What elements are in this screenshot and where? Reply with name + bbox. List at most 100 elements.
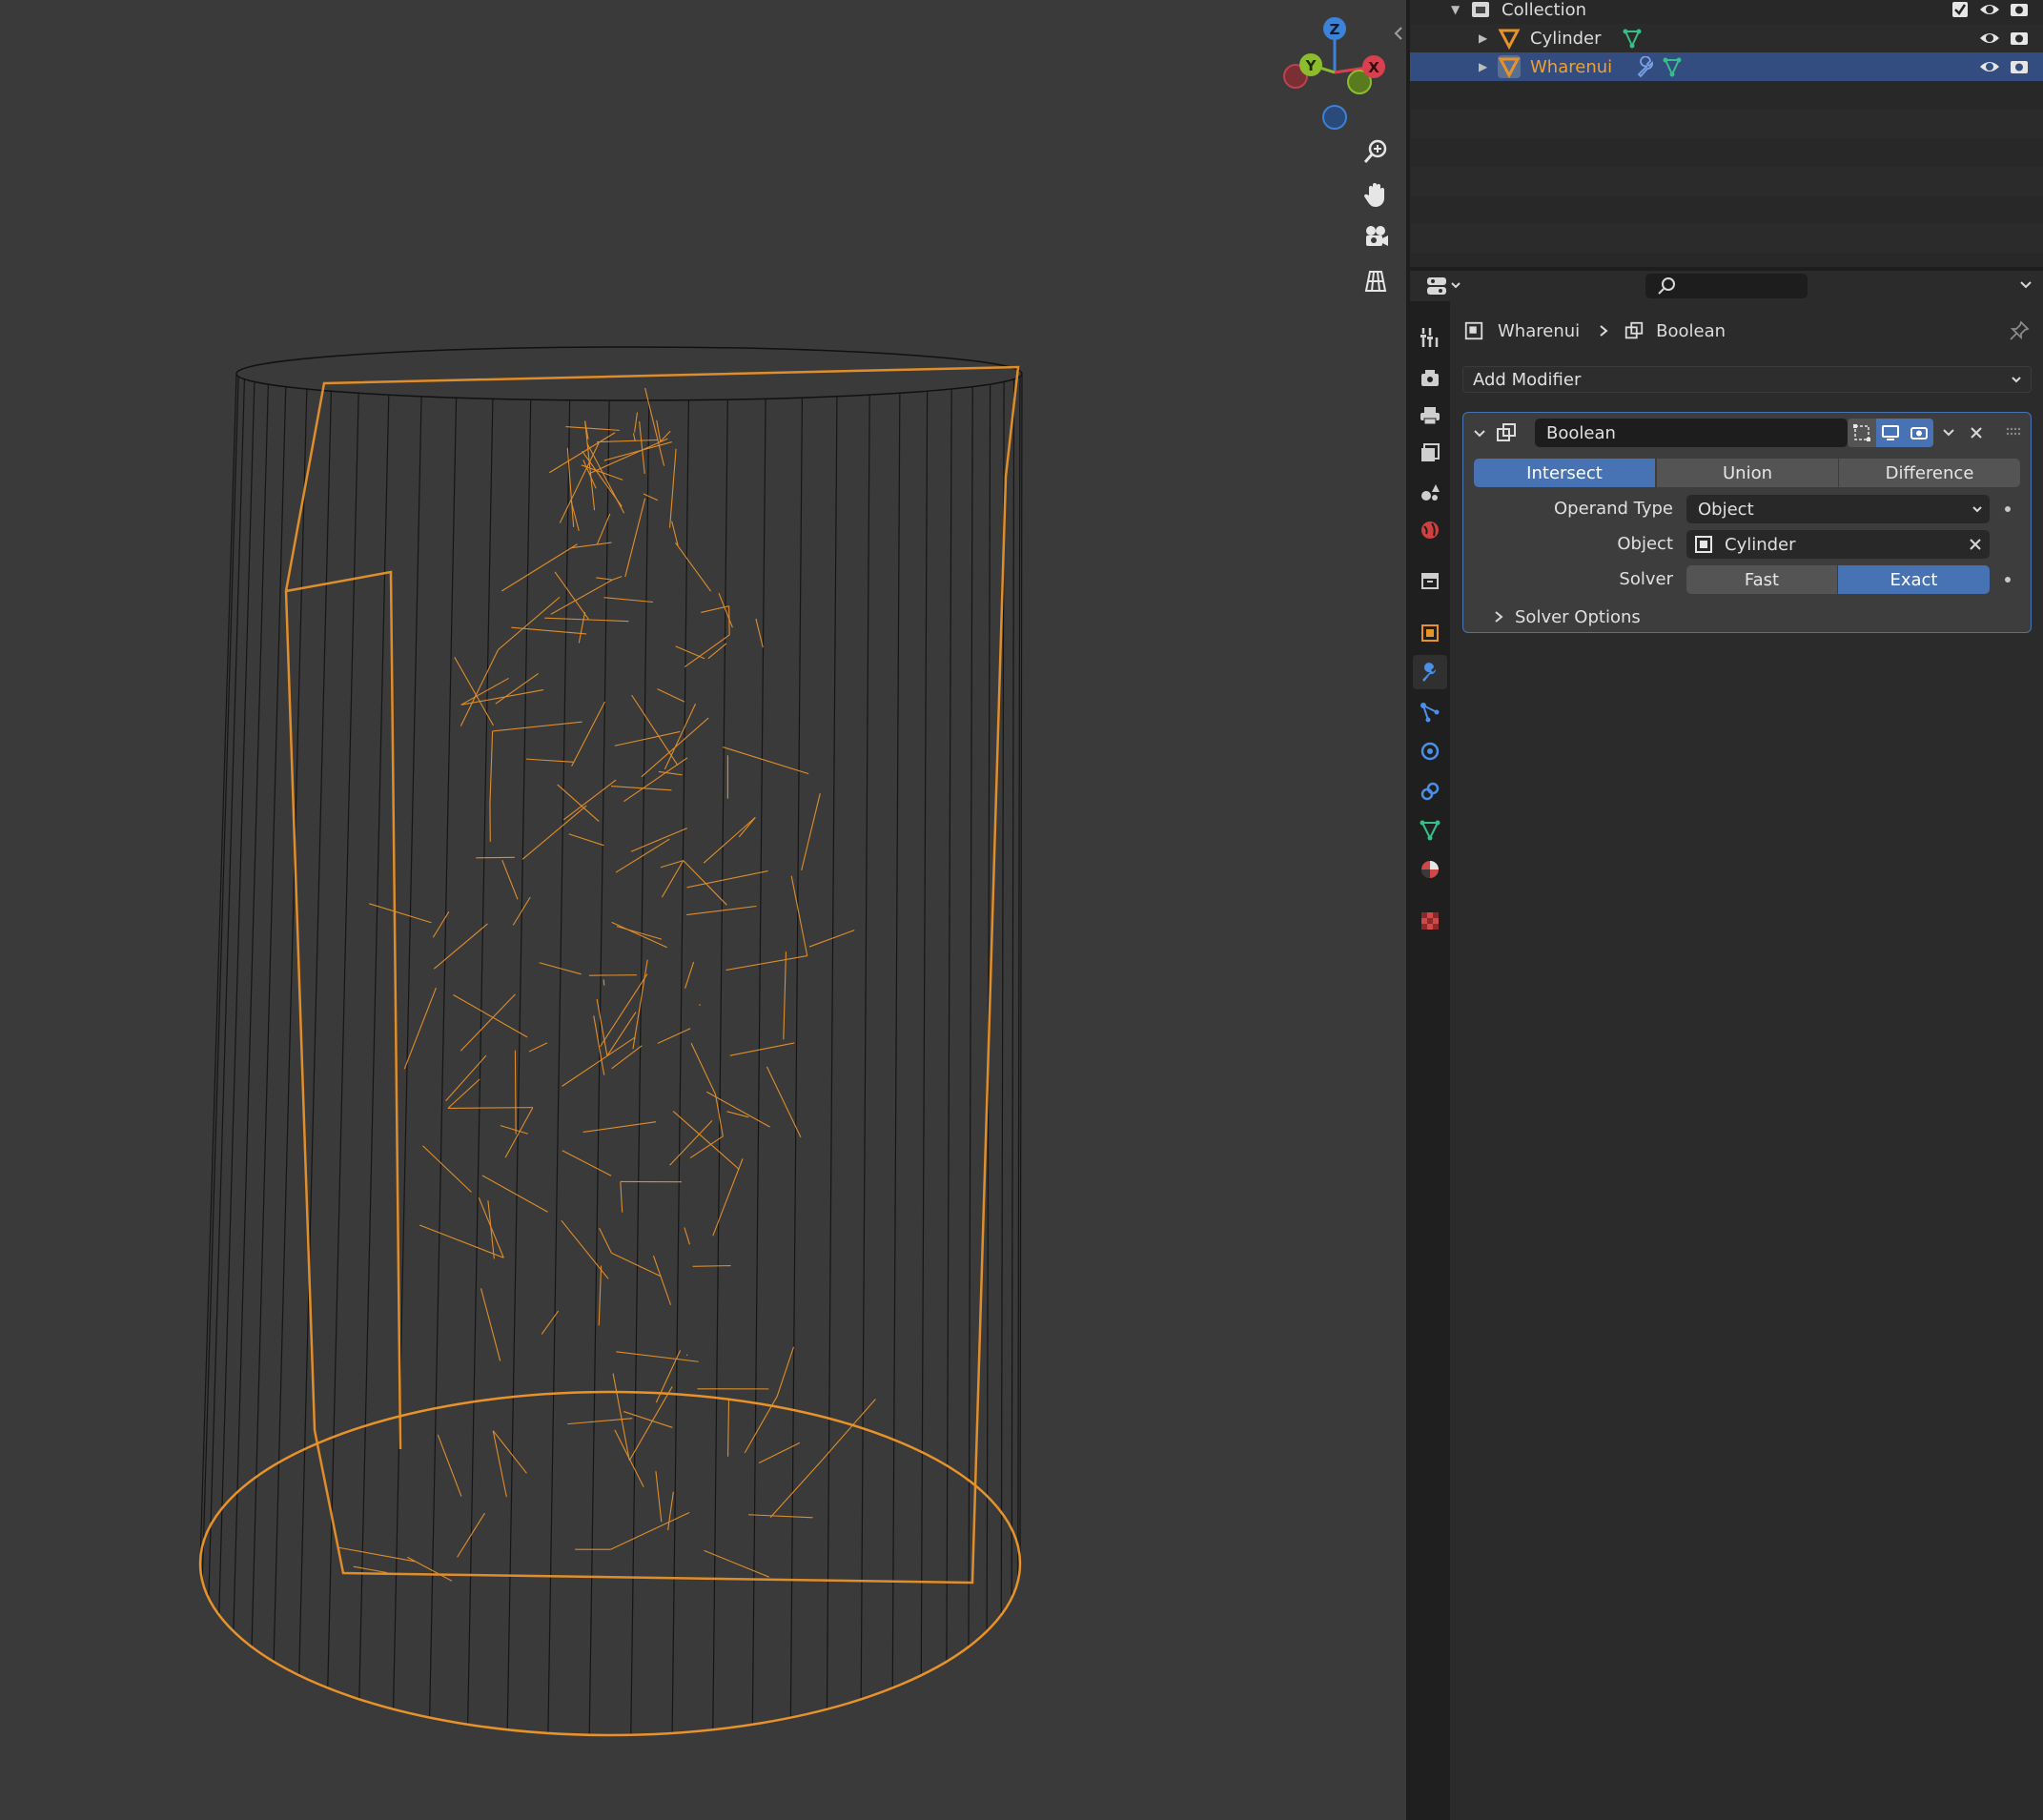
operand-type-dropdown[interactable]: Object	[1686, 495, 1990, 523]
3d-viewport[interactable]: Z Y X	[0, 0, 1406, 1820]
tab-object-data[interactable]	[1413, 813, 1447, 848]
visibility-eye-icon[interactable]	[1979, 0, 2000, 20]
render-camera-icon[interactable]	[2009, 56, 2030, 77]
viewport-display-toggle[interactable]	[1876, 419, 1905, 447]
neg-z-axis-ball[interactable]	[1322, 105, 1347, 130]
tab-texture[interactable]	[1413, 904, 1447, 938]
cylinder-edge	[358, 395, 390, 1700]
expand-triangle-icon[interactable]: ▶	[1479, 60, 1487, 73]
mesh-data-icon[interactable]	[1622, 28, 1643, 49]
boolean-modifier-panel: Boolean Intersect Union Difference Opera…	[1462, 412, 2032, 633]
outliner[interactable]: ▼ Collection ▶ Cylinder ▶ Wharenui	[1410, 0, 2043, 267]
expand-triangle-icon[interactable]: ▶	[1479, 31, 1487, 45]
mesh-object-icon	[1498, 55, 1521, 78]
modifier-wrench-icon[interactable]	[1635, 56, 1656, 77]
mesh-data-icon[interactable]	[1662, 56, 1683, 77]
edit-mode-icon	[1853, 424, 1870, 441]
object-picker-field[interactable]: Cylinder	[1686, 530, 1990, 559]
operation-difference-button[interactable]: Difference	[1838, 459, 2020, 487]
solver-fast-button[interactable]: Fast	[1686, 565, 1837, 594]
tab-view-layer[interactable]	[1413, 436, 1447, 470]
mesh-edge	[655, 1471, 663, 1523]
breadcrumb-object: Wharenui	[1498, 320, 1581, 341]
mesh-edge	[704, 1549, 770, 1578]
collapse-chevron-icon[interactable]	[1472, 426, 1487, 441]
mesh-edge	[616, 926, 663, 940]
close-icon[interactable]	[1969, 425, 1984, 440]
tab-tool[interactable]	[1413, 320, 1447, 355]
pan-button[interactable]	[1356, 174, 1396, 215]
visibility-eye-icon[interactable]	[1979, 28, 2000, 49]
keyframe-dot-icon[interactable]	[2005, 506, 2011, 512]
y-axis-label: Y	[1305, 57, 1318, 74]
add-modifier-dropdown[interactable]: Add Modifier	[1462, 366, 2032, 393]
sidebar-toggle-icon[interactable]	[1392, 23, 1405, 44]
outliner-row-cylinder[interactable]: ▶ Cylinder	[1410, 24, 2043, 52]
mesh-edge	[495, 672, 539, 705]
mesh-edge	[498, 596, 561, 650]
mesh-edge	[476, 856, 515, 859]
mesh-edge	[541, 1310, 560, 1335]
chevron-right-icon	[1495, 611, 1503, 623]
mesh-edge	[596, 998, 608, 1056]
mesh-edge	[437, 1434, 462, 1497]
solver-options-subpanel[interactable]: Solver Options	[1492, 603, 1641, 630]
mesh-edge	[596, 513, 611, 545]
cylinder-edge	[1019, 373, 1023, 1564]
tab-constraints[interactable]	[1413, 774, 1447, 808]
mesh-object-icon	[1498, 29, 1521, 50]
outliner-empty-row	[1410, 110, 2043, 138]
tab-scene[interactable]	[1413, 475, 1447, 509]
outliner-row-collection[interactable]: ▼ Collection	[1410, 0, 2043, 24]
checkbox-icon[interactable]	[1950, 0, 1971, 20]
mesh-edge	[624, 498, 646, 578]
expand-triangle-icon[interactable]: ▼	[1451, 3, 1460, 16]
mesh-edge	[603, 597, 653, 603]
render-camera-icon[interactable]	[2009, 0, 2030, 20]
tab-object[interactable]	[1413, 616, 1447, 650]
mesh-edge	[669, 448, 677, 528]
mesh-edge	[588, 974, 637, 976]
tab-world[interactable]	[1413, 513, 1447, 547]
tab-particles[interactable]	[1413, 695, 1447, 729]
chevron-down-icon[interactable]	[1941, 425, 1956, 440]
mesh-edge	[684, 961, 695, 989]
camera-view-button[interactable]	[1356, 217, 1396, 257]
cylinder-wireframe	[198, 346, 1023, 1737]
mesh-edge	[667, 1491, 674, 1531]
zoom-button[interactable]	[1356, 132, 1396, 172]
pin-icon[interactable]	[2009, 320, 2030, 341]
render-camera-icon[interactable]	[2009, 28, 2030, 49]
modifier-name-field[interactable]: Boolean	[1535, 419, 1848, 447]
properties-editor[interactable]: Wharenui Boolean Add Modifier Boolean In…	[1410, 271, 2043, 1820]
keyframe-dot-icon[interactable]	[2005, 577, 2011, 583]
tab-material[interactable]	[1413, 852, 1447, 887]
tab-physics[interactable]	[1413, 734, 1447, 768]
edit-mode-toggle[interactable]	[1848, 419, 1876, 447]
tab-output[interactable]	[1413, 399, 1447, 433]
tab-collection[interactable]	[1413, 563, 1447, 598]
drag-handle-icon[interactable]	[2006, 427, 2021, 437]
solver-exact-button[interactable]: Exact	[1838, 565, 1990, 594]
editor-type-icon[interactable]	[1425, 274, 1465, 298]
properties-search-field[interactable]	[1645, 274, 1808, 298]
render-toggle[interactable]	[1905, 419, 1933, 447]
mesh-edge	[671, 521, 679, 546]
tab-render[interactable]	[1413, 360, 1447, 395]
tab-modifiers[interactable]	[1413, 655, 1447, 689]
viewport-scene[interactable]	[0, 0, 1406, 1820]
navigation-gizmo[interactable]: Z Y X	[1277, 11, 1401, 135]
cylinder-edge	[429, 398, 458, 1718]
object-icon	[1464, 321, 1483, 340]
operation-union-button[interactable]: Union	[1656, 459, 1838, 487]
chevron-down-icon[interactable]	[2018, 278, 2033, 292]
visibility-eye-icon[interactable]	[1979, 56, 2000, 77]
ortho-toggle-button[interactable]	[1356, 260, 1396, 300]
mesh-edge	[675, 645, 705, 660]
mesh-edge	[521, 805, 587, 860]
mesh-edge	[612, 576, 623, 581]
operation-intersect-button[interactable]: Intersect	[1474, 459, 1655, 487]
render-icon	[1421, 370, 1439, 386]
outliner-row-wharenui[interactable]: ▶ Wharenui	[1410, 52, 2043, 81]
clear-x-icon[interactable]	[1969, 538, 1982, 551]
